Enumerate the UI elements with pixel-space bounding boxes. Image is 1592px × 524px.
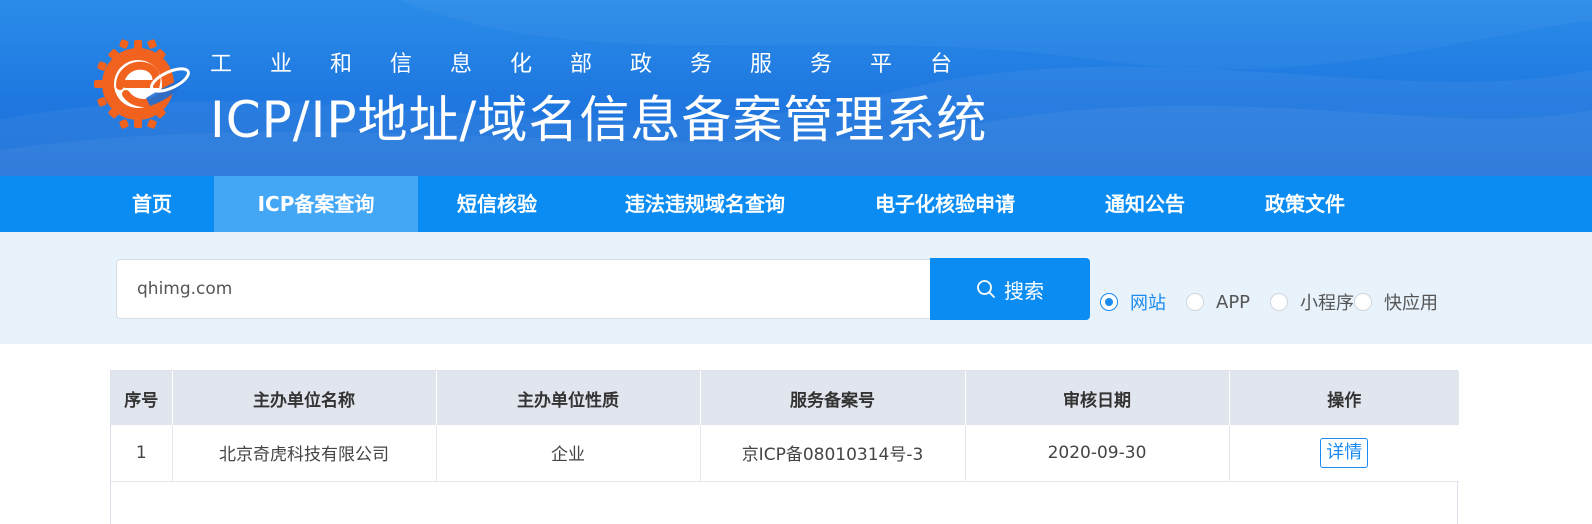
header-subtitle: 工业和信息化部政务服务平台 [210,52,991,77]
nav-item-icp-query[interactable]: ICP备案查询 [214,176,418,232]
radio-label-website: 网站 [1130,293,1166,314]
column-header-index: 序号 [111,371,173,425]
radio-app[interactable]: APP [1186,290,1250,314]
column-header-action: 操作 [1229,371,1459,425]
results-table: 序号 主办单位名称 主办单位性质 服务备案号 审核日期 操作 1 北京奇虎科技有… [110,370,1459,524]
radio-mini-program[interactable]: 小程序 [1270,290,1354,314]
column-header-date: 审核日期 [965,371,1230,425]
search-button[interactable]: 搜索 [930,258,1090,320]
cell-org-name: 北京奇虎科技有限公司 [172,425,437,482]
table-header-row: 序号 主办单位名称 主办单位性质 服务备案号 审核日期 操作 [111,371,1459,425]
radio-label-mini-program: 小程序 [1300,293,1354,314]
nav-item-home[interactable]: 首页 [104,176,200,232]
radio-dot-icon [1100,293,1118,311]
cell-org-type: 企业 [436,425,701,482]
page-title: ICP/IP地址/域名信息备案管理系统 [210,91,988,149]
radio-dot-icon [1186,293,1204,311]
gear-e-logo-icon [94,39,190,129]
column-header-record-no: 服务备案号 [700,371,966,425]
nav-item-notices[interactable]: 通知公告 [1092,176,1198,232]
column-header-org-name: 主办单位名称 [172,371,437,425]
nav-item-policy-docs[interactable]: 政策文件 [1252,176,1358,232]
radio-quick-app[interactable]: 快应用 [1354,290,1438,314]
search-button-label: 搜索 [1004,278,1044,303]
radio-dot-icon [1270,293,1288,311]
radio-website[interactable]: 网站 [1100,290,1166,314]
detail-button[interactable]: 详情 [1320,437,1369,468]
search-band: 搜索 网站 APP 小程序 快应用 [0,232,1592,344]
table-row: 1 北京奇虎科技有限公司 企业 京ICP备08010314号-3 2020-09… [111,425,1459,482]
radio-dot-icon [1354,293,1372,311]
nav-item-e-verify-apply[interactable]: 电子化核验申请 [856,176,1034,232]
radio-label-app: APP [1216,291,1251,313]
column-header-org-type: 主办单位性质 [436,371,701,425]
page-header: 工业和信息化部政务服务平台 ICP/IP地址/域名信息备案管理系统 [0,0,1592,176]
cell-action: 详情 [1229,425,1459,482]
cell-index: 1 [111,425,173,482]
radio-label-quick-app: 快应用 [1384,293,1438,314]
nav-item-sms-verify[interactable]: 短信核验 [436,176,558,232]
nav-item-illegal-domain-query[interactable]: 违法违规域名查询 [606,176,804,232]
cell-record-no: 京ICP备08010314号-3 [700,425,966,482]
cell-date: 2020-09-30 [965,425,1230,482]
search-icon [977,280,995,298]
search-input[interactable] [116,259,930,319]
main-nav: 首页 ICP备案查询 短信核验 违法违规域名查询 电子化核验申请 通知公告 政策… [0,176,1592,232]
